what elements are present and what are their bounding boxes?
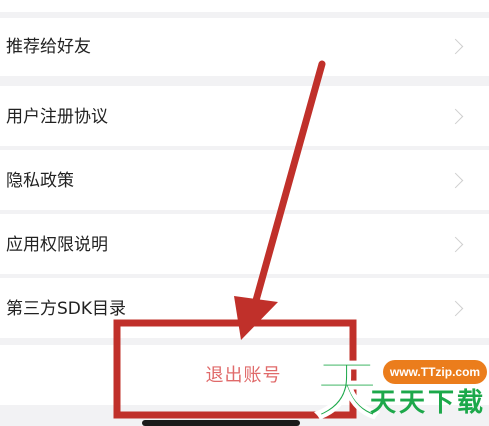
watermark-brand: 天天下载 (370, 388, 487, 418)
settings-item-permissions[interactable]: 应用权限说明 (0, 214, 489, 274)
top-strip (0, 0, 489, 12)
settings-item-label: 用户注册协议 (6, 107, 108, 127)
settings-item-label: 推荐给好友 (6, 37, 91, 57)
settings-item-recommend[interactable]: 推荐给好友 (0, 18, 489, 76)
settings-item-user-agreement[interactable]: 用户注册协议 (0, 86, 489, 146)
chevron-right-icon (447, 236, 464, 253)
settings-item-label: 第三方SDK目录 (6, 299, 127, 319)
settings-item-label: 应用权限说明 (6, 235, 108, 255)
settings-item-privacy-policy[interactable]: 隐私政策 (0, 150, 489, 210)
settings-item-sdk-list[interactable]: 第三方SDK目录 (0, 278, 489, 338)
chevron-right-icon (447, 108, 464, 125)
watermark-url: www.TTzip.com (383, 360, 487, 384)
settings-item-label: 隐私政策 (6, 171, 74, 191)
chevron-right-icon (447, 38, 464, 55)
chevron-right-icon (447, 300, 464, 317)
chevron-right-icon (447, 172, 464, 189)
home-indicator (142, 420, 300, 426)
